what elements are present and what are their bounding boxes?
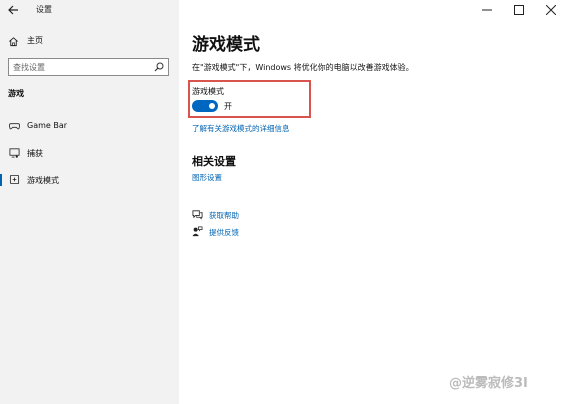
window-controls xyxy=(471,0,567,20)
sidebar-item-label: Game Bar xyxy=(27,121,68,130)
main-content: 游戏模式 在"游戏模式"下，Windows 将优化你的电脑以改善游戏体验。 游戏… xyxy=(179,0,567,404)
learn-more-link[interactable]: 了解有关游戏模式的详细信息 xyxy=(192,123,290,134)
search-input[interactable] xyxy=(13,61,153,73)
close-button[interactable] xyxy=(535,0,567,20)
maximize-button[interactable] xyxy=(503,0,535,20)
capture-icon xyxy=(9,148,20,158)
toggle-knob xyxy=(209,103,215,109)
sidebar-item-label: 主页 xyxy=(27,36,43,45)
gamebar-icon xyxy=(9,123,20,130)
related-settings-title: 相关设置 xyxy=(192,155,236,168)
page-title: 游戏模式 xyxy=(192,35,260,55)
minimize-button[interactable] xyxy=(471,0,503,20)
home-icon xyxy=(9,37,18,47)
sidebar-item-label: 游戏模式 xyxy=(27,176,59,185)
sidebar: 设置 主页 游戏 Game Bar 捕获 xyxy=(0,0,179,404)
sidebar-item-game-mode[interactable]: 游戏模式 xyxy=(0,171,179,189)
minimize-icon xyxy=(482,9,492,11)
watermark: @逆雾寂修3I xyxy=(449,376,528,391)
section-title: 游戏 xyxy=(8,89,24,98)
title-bar: 设置 xyxy=(0,0,179,20)
sidebar-item-label: 捕获 xyxy=(27,149,43,158)
back-arrow-icon[interactable] xyxy=(6,3,20,17)
page-description: 在"游戏模式"下，Windows 将优化你的电脑以改善游戏体验。 xyxy=(192,63,414,72)
toggle-state-text: 开 xyxy=(224,102,232,111)
toggle-label: 游戏模式 xyxy=(192,87,224,96)
feedback-link[interactable]: 提供反馈 xyxy=(209,227,239,238)
app-title: 设置 xyxy=(36,5,52,14)
graphics-settings-link[interactable]: 图形设置 xyxy=(192,172,222,183)
sidebar-item-game-bar[interactable]: Game Bar xyxy=(0,117,179,135)
gamemode-icon xyxy=(9,174,20,185)
get-help-link[interactable]: 获取帮助 xyxy=(209,210,239,221)
sidebar-item-capture[interactable]: 捕获 xyxy=(0,144,179,162)
search-box[interactable] xyxy=(8,58,169,76)
search-icon[interactable] xyxy=(154,62,164,72)
game-mode-toggle[interactable] xyxy=(192,100,218,112)
selection-indicator xyxy=(0,174,2,186)
close-icon xyxy=(546,5,556,15)
feedback-person-icon xyxy=(192,226,203,237)
maximize-icon xyxy=(514,5,524,15)
chat-help-icon xyxy=(192,210,203,220)
